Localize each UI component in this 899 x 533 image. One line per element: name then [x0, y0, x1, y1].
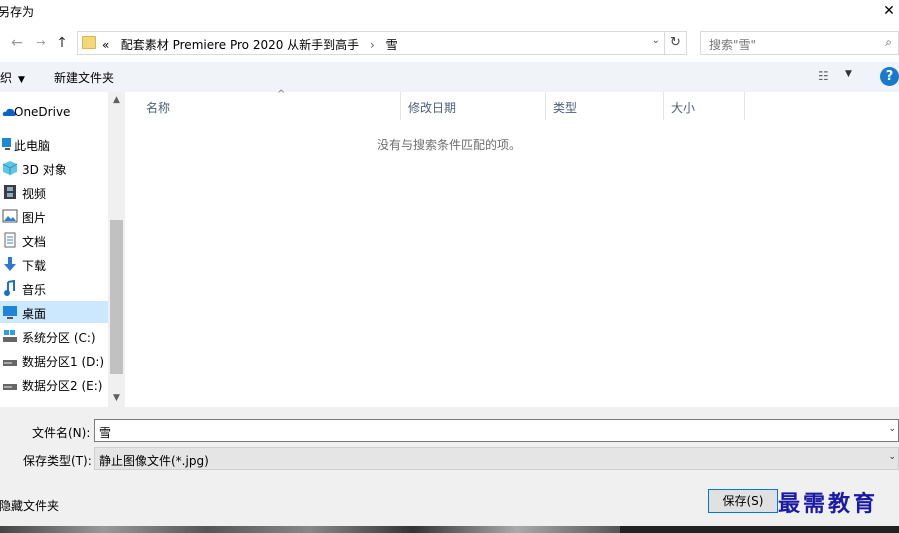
- up-arrow-icon[interactable]: ↑: [53, 33, 71, 53]
- sidebar-item-label: 系统分区 (C:): [22, 331, 96, 345]
- sidebar-item-label: 此电脑: [14, 139, 51, 153]
- sidebar-item-label: 3D 对象: [22, 163, 67, 177]
- column-header-size[interactable]: 大小: [664, 92, 745, 120]
- caret-down-icon[interactable]: ▼: [845, 69, 852, 79]
- sidebar-item-drive-e[interactable]: 数据分区2 (E:): [0, 373, 108, 395]
- address-overflow-icon[interactable]: «: [102, 38, 109, 52]
- command-toolbar: 织 ▼ 新建文件夹 ☷ ▼ ?: [0, 62, 899, 92]
- search-input[interactable]: 搜索"雪": [709, 36, 756, 53]
- sidebar-item-documents[interactable]: 文档: [0, 229, 108, 251]
- breadcrumb-folder[interactable]: 配套素材 Premiere Pro 2020 从新手到高手: [121, 38, 359, 52]
- save-options-panel: 文件名(N): 雪 ⌄ 保存类型(T): 静止图像文件(*.jpg) ⌄ 隐藏文…: [0, 407, 899, 533]
- sidebar-item-downloads[interactable]: 下载: [0, 253, 108, 275]
- save-button[interactable]: 保存(S): [708, 489, 778, 513]
- organize-label: 织: [0, 71, 13, 85]
- scroll-thumb[interactable]: [110, 220, 123, 374]
- window-title: 另存为: [0, 5, 35, 19]
- watermark: 最需教育: [778, 491, 879, 517]
- back-arrow-icon[interactable]: ←: [8, 33, 26, 53]
- empty-message: 没有与搜索条件匹配的项。: [376, 138, 521, 152]
- title-bar: 另存为 ✕: [0, 0, 899, 24]
- column-label: 类型: [553, 101, 578, 115]
- column-header-name[interactable]: 名称 ^: [139, 89, 401, 120]
- breadcrumb-current[interactable]: 雪: [386, 38, 398, 52]
- address-path: « 配套素材 Premiere Pro 2020 从新手到高手 › 雪: [102, 36, 398, 53]
- filename-label: 文件名(N):: [32, 426, 91, 440]
- film-icon: [4, 185, 16, 199]
- new-folder-button[interactable]: 新建文件夹: [54, 69, 114, 86]
- sidebar-item-label: 数据分区2 (E:): [22, 379, 103, 393]
- file-list: 名称 ^ 修改日期 类型 大小 没有与搜索条件匹配的项。: [126, 89, 899, 407]
- search-box[interactable]: 搜索"雪" ⌕: [700, 31, 899, 55]
- column-label: 修改日期: [408, 101, 457, 115]
- sidebar-item-this-pc[interactable]: 此电脑: [0, 133, 108, 155]
- sidebar-item-label: 图片: [22, 211, 47, 225]
- cube-icon: [2, 161, 18, 175]
- sidebar-item-label: 数据分区1 (D:): [22, 355, 105, 369]
- background-dark-strip: [620, 526, 899, 533]
- column-label: 名称: [146, 101, 171, 115]
- forward-arrow-icon[interactable]: →: [32, 33, 50, 53]
- sidebar-item-onedrive[interactable]: OneDrive: [0, 101, 108, 123]
- background-image-strip: [0, 526, 620, 533]
- sidebar-item-label: 视频: [22, 187, 47, 201]
- column-label: 大小: [671, 101, 696, 115]
- filetype-select[interactable]: 静止图像文件(*.jpg) ⌄: [94, 447, 899, 470]
- scroll-up-icon[interactable]: ▲: [108, 92, 125, 109]
- desktop-icon: [3, 306, 17, 319]
- hide-folders-button[interactable]: 隐藏文件夹: [0, 497, 59, 514]
- sidebar-scrollbar[interactable]: ▲ ▼: [108, 92, 125, 407]
- sidebar-item-videos[interactable]: 视频: [0, 181, 108, 203]
- search-icon[interactable]: ⌕: [885, 35, 892, 50]
- sidebar-item-drive-d[interactable]: 数据分区1 (D:): [0, 349, 108, 371]
- sidebar-item-music[interactable]: 音乐: [0, 277, 108, 299]
- drive-icon: [3, 384, 17, 390]
- caret-down-icon: ▼: [18, 75, 25, 85]
- refresh-icon[interactable]: ↻: [665, 31, 687, 55]
- filename-field[interactable]: 雪 ⌄: [94, 419, 899, 442]
- filetype-label: 保存类型(T):: [23, 454, 92, 468]
- filename-value[interactable]: 雪: [99, 424, 111, 441]
- sidebar-item-label: 桌面: [22, 307, 47, 321]
- picture-icon: [2, 209, 18, 223]
- folder-icon: [82, 36, 96, 49]
- sidebar-item-label: 音乐: [22, 283, 47, 297]
- music-icon: [4, 280, 15, 296]
- system-drive-icon: [3, 330, 17, 342]
- organize-button[interactable]: 织 ▼: [0, 69, 25, 86]
- sidebar-item-pictures[interactable]: 图片: [0, 205, 108, 227]
- document-icon: [4, 232, 16, 248]
- drive-icon: [3, 360, 17, 366]
- navigation-bar: ← → ⌄ ↑ « 配套素材 Premiere Pro 2020 从新手到高手 …: [0, 30, 899, 56]
- scroll-down-icon[interactable]: ▼: [108, 390, 125, 407]
- sidebar-item-label: 下载: [22, 259, 47, 273]
- column-header-modified[interactable]: 修改日期: [401, 92, 546, 120]
- sort-ascending-icon: ^: [277, 89, 286, 100]
- view-options-icon[interactable]: ☷: [818, 69, 836, 83]
- sidebar-item-drive-c[interactable]: 系统分区 (C:): [0, 325, 108, 347]
- chevron-down-icon[interactable]: ⌄: [652, 35, 660, 46]
- help-icon[interactable]: ?: [880, 67, 899, 86]
- column-header-type[interactable]: 类型: [546, 92, 664, 120]
- chevron-right-icon[interactable]: ›: [363, 38, 382, 52]
- chevron-down-icon[interactable]: ⌄: [888, 424, 896, 434]
- sidebar-item-label: 文档: [22, 235, 47, 249]
- sidebar-item-label: OneDrive: [14, 105, 71, 119]
- filetype-value: 静止图像文件(*.jpg): [99, 454, 209, 468]
- navigation-pane: OneDrive 此电脑 3D 对象 视频 图片 文档 下载 音乐 桌面 系统分…: [0, 92, 125, 407]
- close-icon[interactable]: ✕: [879, 0, 899, 22]
- sidebar-item-3d-objects[interactable]: 3D 对象: [0, 157, 108, 179]
- chevron-down-icon[interactable]: ⌄: [888, 452, 896, 462]
- download-icon: [4, 257, 16, 271]
- save-as-dialog: 另存为 ✕ ← → ⌄ ↑ « 配套素材 Premiere Pro 2020 从…: [0, 0, 899, 533]
- address-bar[interactable]: « 配套素材 Premiere Pro 2020 从新手到高手 › 雪 ⌄: [77, 31, 665, 55]
- sidebar-item-desktop[interactable]: 桌面: [0, 301, 108, 323]
